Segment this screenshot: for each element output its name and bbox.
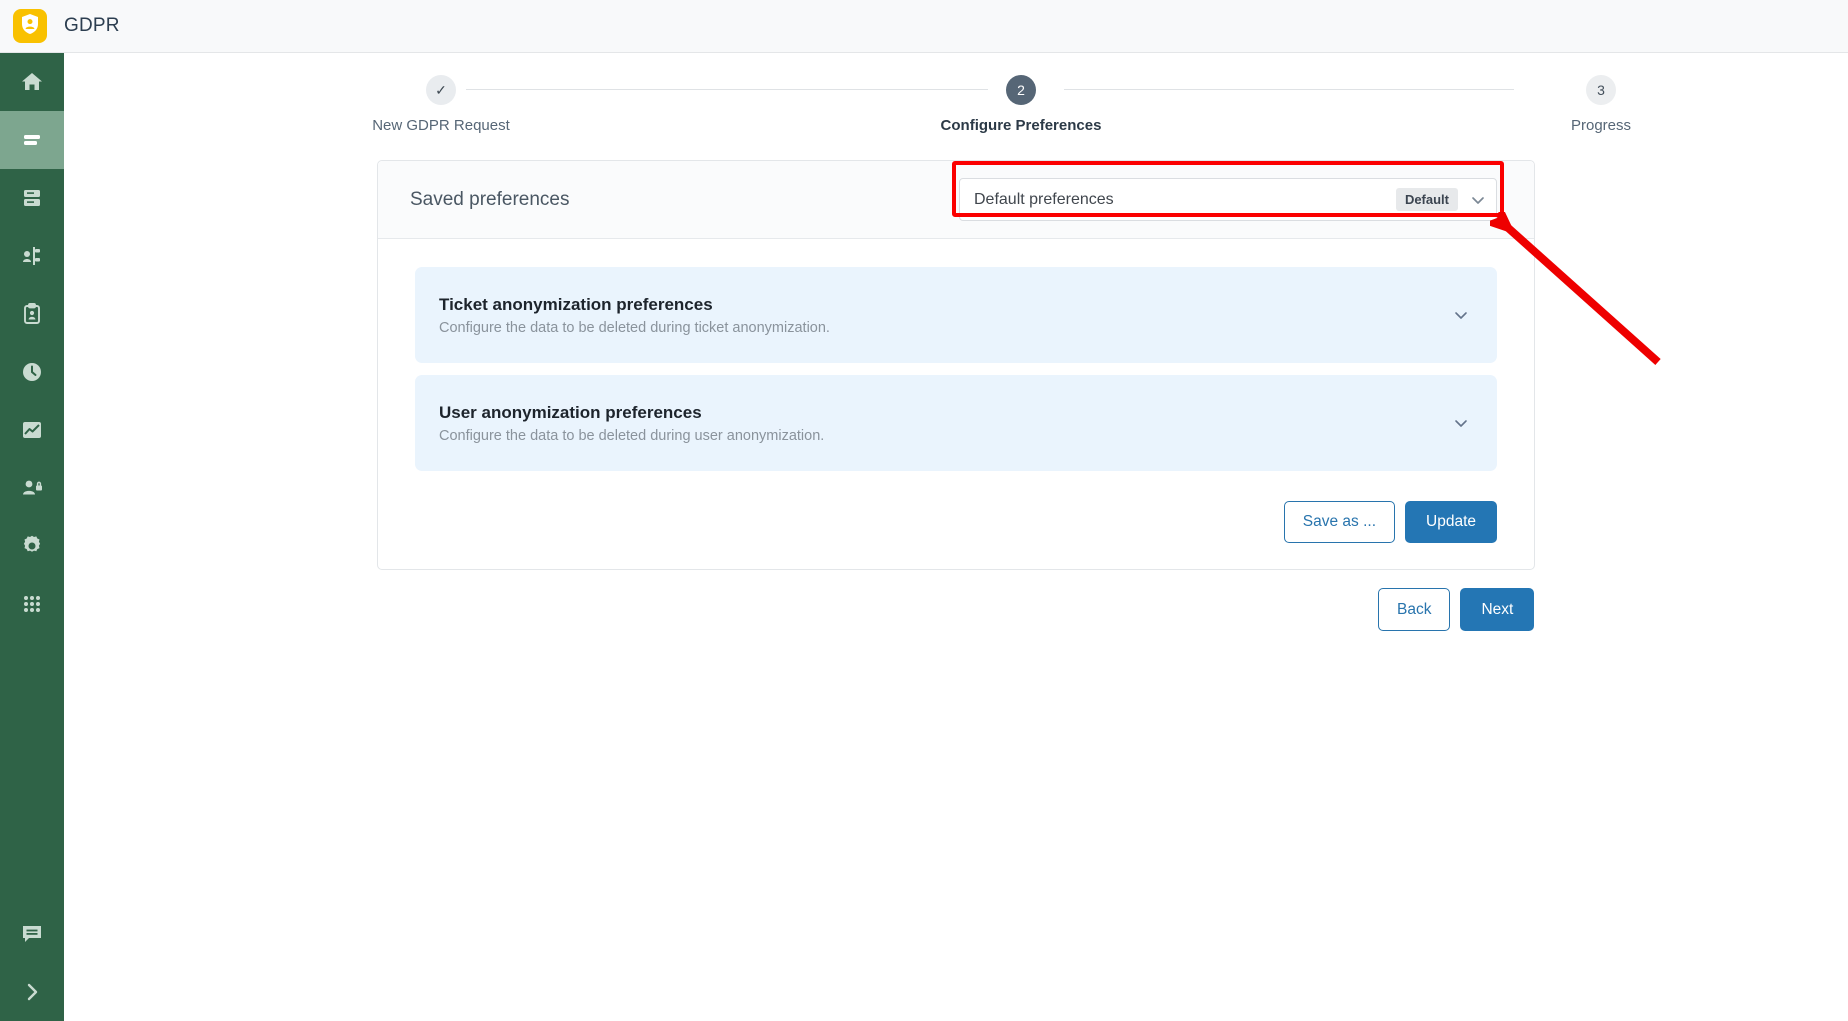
shield-person-icon [20,13,40,40]
step-2-marker: 2 [1006,75,1036,105]
back-button[interactable]: Back [1378,588,1451,631]
step-1-marker: ✓ [426,75,456,105]
app-logo [13,9,47,43]
card-actions: Save as ... Update [415,501,1497,543]
card-body: Ticket anonymization preferences Configu… [378,239,1534,569]
chat-bubble-icon [20,922,44,946]
wizard-stepper: ✓ New GDPR Request 2 Configure Preferenc… [64,53,1848,138]
sidebar-item-workflows[interactable] [0,227,64,285]
sidebar-item-records[interactable] [0,285,64,343]
accordion-subtitle: Configure the data to be deleted during … [439,319,830,336]
page-title: Saved preferences [410,188,570,210]
card-header: Saved preferences Default preferences De… [378,161,1534,239]
accordion-subtitle: Configure the data to be deleted during … [439,427,825,444]
accordion-title: Ticket anonymization preferences [439,294,713,314]
home-icon [20,70,44,94]
sidebar-item-expand[interactable] [0,963,64,1021]
grid-apps-icon [20,592,44,616]
next-button[interactable]: Next [1460,588,1535,631]
sidebar-item-settings[interactable] [0,517,64,575]
stepper-step-1[interactable]: ✓ New GDPR Request [331,75,551,134]
saved-preferences-dropdown[interactable]: Default preferences Default [959,178,1497,221]
workflow-icon [20,244,44,268]
accordion-text-group: User anonymization preferences Configure… [439,403,1453,444]
user-lock-icon [20,476,44,500]
sidebar-item-privacy[interactable] [0,459,64,517]
sidebar-item-chat[interactable] [0,905,64,963]
chevron-right-icon [20,980,44,1004]
top-bar: GDPR [0,0,1848,53]
database-icon [20,186,44,210]
dropdown-selected-value: Default preferences [974,190,1114,208]
list-lines-icon [20,128,44,152]
status-badge: Default [1395,188,1458,211]
update-button[interactable]: Update [1405,501,1497,543]
sidebar-item-database[interactable] [0,169,64,227]
accordion-ticket-anonymization[interactable]: Ticket anonymization preferences Configu… [415,267,1497,363]
sidebar-item-history[interactable] [0,343,64,401]
chevron-down-icon[interactable] [1453,415,1469,431]
saved-preferences-dropdown-wrapper: Default preferences Default [952,161,1504,221]
stepper-line-2 [1064,89,1514,90]
step-2-label: Configure Preferences [940,117,1102,134]
clock-icon [20,360,44,384]
chevron-down-icon[interactable] [1453,307,1469,323]
stepper-step-2[interactable]: 2 Configure Preferences [911,75,1131,134]
chart-image-icon [20,418,44,442]
chevron-down-icon [1470,192,1486,208]
preferences-card: Saved preferences Default preferences De… [377,160,1535,570]
app-title: GDPR [64,15,120,36]
stepper-step-3[interactable]: 3 Progress [1491,75,1711,134]
sidebar-item-requests[interactable] [0,111,64,169]
clipboard-person-icon [20,302,44,326]
step-1-label: New GDPR Request [372,117,510,134]
wizard-navigation: Back Next [1378,588,1535,631]
accordion-user-anonymization[interactable]: User anonymization preferences Configure… [415,375,1497,471]
gear-icon [20,534,44,558]
accordion-text-group: Ticket anonymization preferences Configu… [439,295,1453,336]
save-as-button[interactable]: Save as ... [1283,501,1396,543]
sidebar-item-reports[interactable] [0,401,64,459]
sidebar-item-home[interactable] [0,53,64,111]
sidebar-item-apps[interactable] [0,575,64,633]
step-3-marker: 3 [1586,75,1616,105]
accordion-title: User anonymization preferences [439,402,702,422]
sidebar [0,53,64,1021]
step-3-label: Progress [1570,117,1632,134]
